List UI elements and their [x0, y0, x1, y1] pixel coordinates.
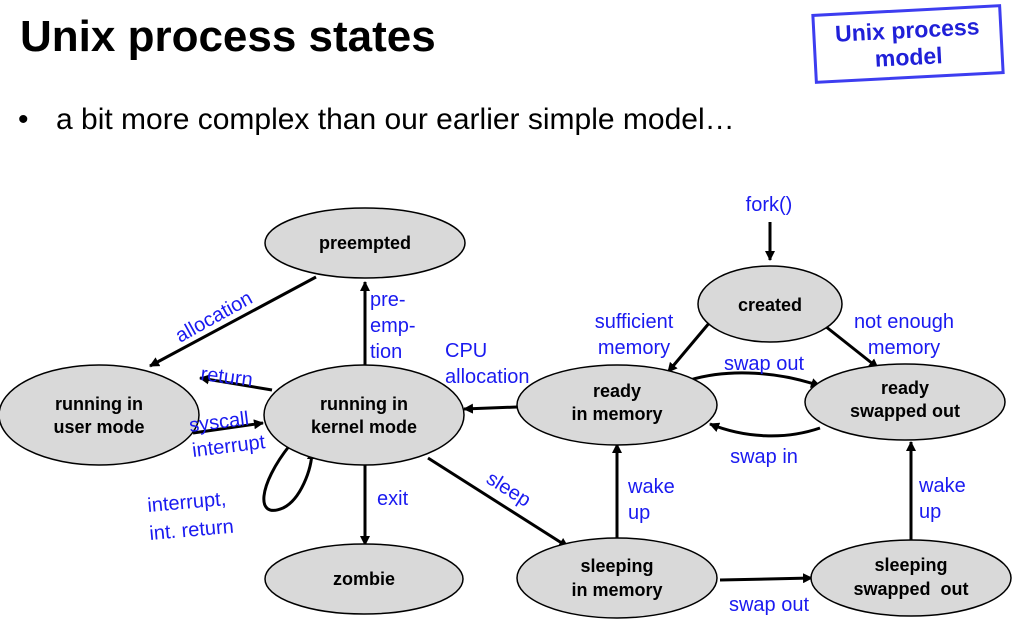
label-interrupt-return-1: interrupt, — [147, 488, 228, 517]
label-sleep: sleep — [482, 468, 534, 512]
label-interrupt: interrupt — [191, 431, 267, 462]
state-label: sleeping — [874, 555, 947, 575]
state-ready-in-memory: ready in memory — [516, 364, 718, 446]
state-label: running in — [320, 394, 408, 414]
label-not-enough-memory-2: memory — [868, 337, 940, 359]
state-sleeping-in-memory: sleeping in memory — [516, 537, 718, 619]
label-wake-up-left-1: wake — [627, 476, 675, 498]
state-label: sleeping — [580, 556, 653, 576]
label-exit: exit — [377, 488, 409, 510]
arrow-swap-out-bottom — [719, 573, 813, 584]
label-cpu-allocation-2: allocation — [445, 366, 530, 388]
label-swap-out-top: swap out — [724, 353, 804, 375]
state-label: in memory — [571, 580, 662, 600]
state-label: running in — [55, 394, 143, 414]
state-label: created — [738, 295, 802, 315]
state-label: preempted — [319, 233, 411, 253]
label-cpu-allocation-1: CPU — [445, 340, 487, 362]
state-sleeping-swapped-out: sleeping swapped out — [810, 539, 1012, 617]
label-preemption-3: tion — [370, 341, 402, 363]
state-label: ready — [593, 381, 641, 401]
label-sufficient-memory-1: sufficient — [595, 311, 674, 333]
label-preemption-1: pre- — [370, 289, 406, 311]
state-preempted: preempted — [264, 207, 466, 279]
state-running-in-user-mode: running in user mode — [0, 364, 200, 466]
state-label: zombie — [333, 569, 395, 589]
label-return: return — [199, 363, 254, 391]
label-swap-in: swap in — [730, 446, 798, 468]
state-label: kernel mode — [311, 417, 417, 437]
label-swap-out-bottom: swap out — [729, 594, 809, 616]
state-label: ready — [881, 378, 929, 398]
state-running-in-kernel-mode: running in kernel mode — [263, 364, 465, 466]
state-label: swapped out — [850, 401, 960, 421]
state-ready-swapped-out: ready swapped out — [804, 363, 1006, 441]
label-preemption-2: emp- — [370, 315, 416, 337]
label-not-enough-memory-1: not enough — [854, 311, 954, 333]
state-created: created — [697, 265, 843, 343]
arrow-swap-in — [709, 422, 821, 438]
arrow-ready-to-kernel — [463, 403, 518, 414]
label-wake-up-right-2: up — [919, 501, 941, 523]
state-zombie: zombie — [264, 543, 464, 615]
process-state-diagram: preempted running in user mode running i… — [0, 194, 1012, 619]
arrow-preempted-to-user — [149, 275, 317, 368]
label-fork: fork() — [746, 194, 793, 216]
state-label: in memory — [571, 404, 662, 424]
state-label: swapped out — [853, 579, 968, 599]
label-interrupt-return-2: int. return — [149, 516, 235, 545]
label-wake-up-right-1: wake — [918, 475, 966, 497]
label-sufficient-memory-2: memory — [598, 337, 670, 359]
state-label: user mode — [53, 417, 144, 437]
arrow-created-to-ready-memory — [666, 321, 712, 373]
label-wake-up-left-2: up — [628, 502, 650, 524]
